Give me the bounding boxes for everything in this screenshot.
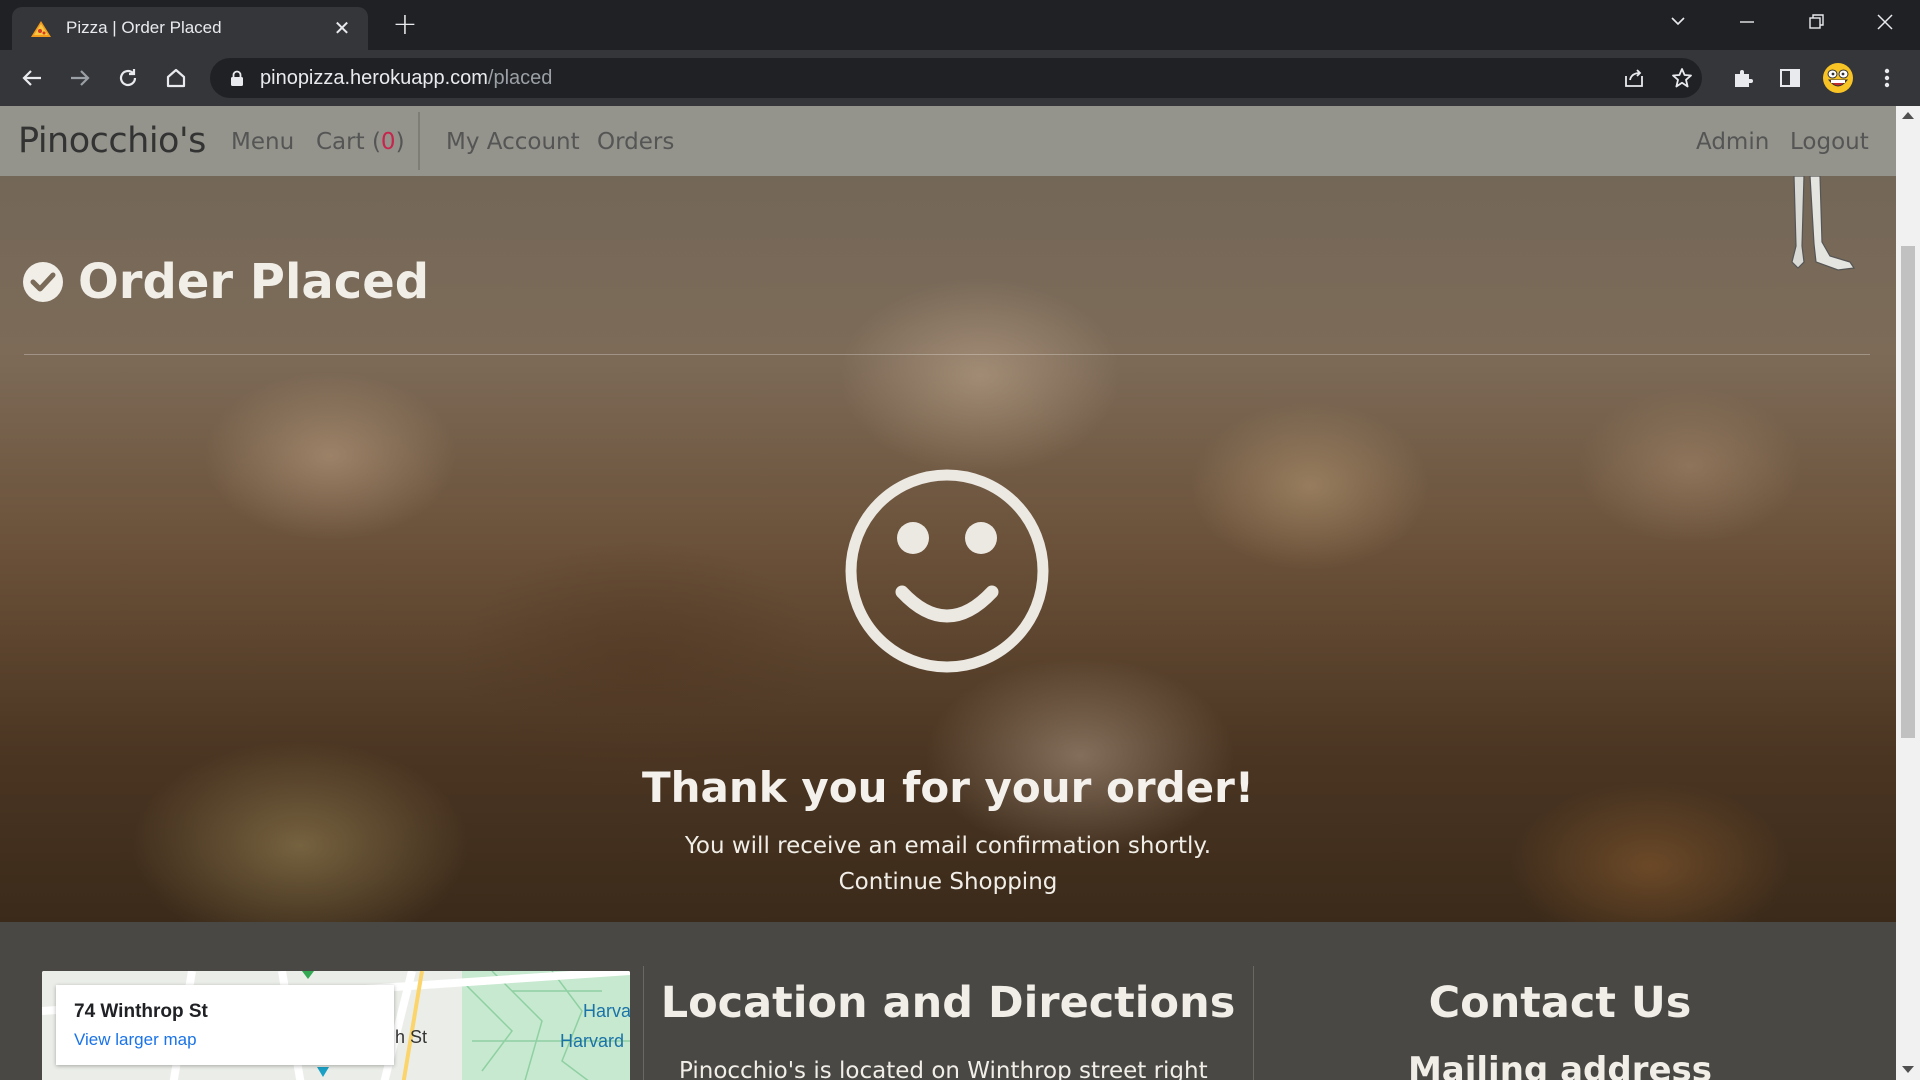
side-panel-icon[interactable] xyxy=(1774,62,1806,94)
nav-my-account-link[interactable]: My Account xyxy=(446,129,580,155)
reload-icon[interactable] xyxy=(112,62,144,94)
location-text: Pinocchio's is located on Winthrop stree… xyxy=(679,1058,1208,1080)
share-icon[interactable] xyxy=(1622,66,1646,90)
smiley-face-icon xyxy=(845,469,1049,673)
tab-search-icon[interactable] xyxy=(1658,6,1698,38)
check-circle-icon xyxy=(23,262,63,302)
browser-tab[interactable]: Pizza | Order Placed ✕ xyxy=(12,7,368,50)
back-arrow-icon[interactable] xyxy=(16,62,48,94)
nav-logout-link[interactable]: Logout xyxy=(1790,129,1869,155)
map-info-card: 74 Winthrop St View larger map xyxy=(56,985,394,1065)
page-title: Order Placed xyxy=(22,254,429,310)
map-place-label-1: Harva xyxy=(583,1001,630,1021)
footer-column-divider xyxy=(643,966,644,1080)
address-bar[interactable]: pinopizza.herokuapp.com/placed xyxy=(210,58,1702,98)
cart-count: 0 xyxy=(380,129,396,155)
profile-avatar-icon[interactable] xyxy=(1822,62,1854,94)
scroll-down-arrow-icon[interactable] xyxy=(1902,1066,1914,1073)
map-place-label-2: Harvard xyxy=(560,1031,625,1051)
home-icon[interactable] xyxy=(160,62,192,94)
hero-background: Order Placed Thank you for your order! Y… xyxy=(0,106,1896,922)
nav-separator xyxy=(418,112,420,170)
continue-shopping-link[interactable]: Continue Shopping xyxy=(0,869,1896,895)
restore-icon[interactable] xyxy=(1796,6,1836,38)
extensions-puzzle-icon[interactable] xyxy=(1727,62,1759,94)
browser-toolbar: pinopizza.herokuapp.com/placed xyxy=(0,50,1920,106)
nav-cart-link[interactable]: Cart (0) xyxy=(316,129,405,155)
pizza-favicon-icon xyxy=(31,21,51,37)
thank-you-heading: Thank you for your order! xyxy=(641,763,1254,812)
divider xyxy=(24,354,1870,355)
contact-heading: Contact Us xyxy=(1428,978,1692,1028)
map-street-label: h St xyxy=(395,1027,428,1047)
bookmark-star-icon[interactable] xyxy=(1670,66,1694,90)
tab-close-icon[interactable]: ✕ xyxy=(330,16,354,40)
confirmation-text: You will receive an email confirmation s… xyxy=(684,833,1212,859)
site-footer: 2A h St Harva Harvard 74 Winthrop St Vie… xyxy=(0,922,1896,1080)
embedded-map[interactable]: 2A h St Harva Harvard 74 Winthrop St Vie… xyxy=(42,971,630,1080)
statue-image xyxy=(1780,175,1870,276)
vertical-scrollbar[interactable] xyxy=(1896,106,1920,1080)
brand-logo[interactable]: Pinocchio's xyxy=(18,121,206,161)
scroll-up-arrow-icon[interactable] xyxy=(1902,112,1914,119)
minimize-icon[interactable] xyxy=(1727,6,1767,38)
nav-orders-link[interactable]: Orders xyxy=(597,129,674,155)
close-window-icon[interactable] xyxy=(1865,6,1905,38)
map-address: 74 Winthrop St xyxy=(74,1001,208,1022)
mailing-address-heading: Mailing address xyxy=(1407,1050,1713,1080)
nav-admin-link[interactable]: Admin xyxy=(1696,129,1769,155)
location-heading: Location and Directions xyxy=(660,978,1236,1028)
new-tab-button[interactable]: + xyxy=(390,10,420,40)
site-navbar: Pinocchio's Menu Cart (0) My Account Ord… xyxy=(0,106,1896,176)
tab-title: Pizza | Order Placed xyxy=(66,18,222,37)
page-title-text: Order Placed xyxy=(78,254,430,310)
footer-column-divider xyxy=(1253,966,1254,1080)
browser-tabstrip: Pizza | Order Placed ✕ + xyxy=(0,0,1920,50)
more-menu-icon[interactable] xyxy=(1871,62,1903,94)
view-larger-map-link[interactable]: View larger map xyxy=(74,1030,197,1050)
scrollbar-thumb[interactable] xyxy=(1901,246,1915,738)
url-text[interactable]: pinopizza.herokuapp.com/placed xyxy=(260,67,552,90)
page-viewport: Order Placed Thank you for your order! Y… xyxy=(0,106,1896,1080)
lock-icon[interactable] xyxy=(230,70,244,86)
forward-arrow-icon[interactable] xyxy=(64,62,96,94)
nav-menu-link[interactable]: Menu xyxy=(231,129,294,155)
